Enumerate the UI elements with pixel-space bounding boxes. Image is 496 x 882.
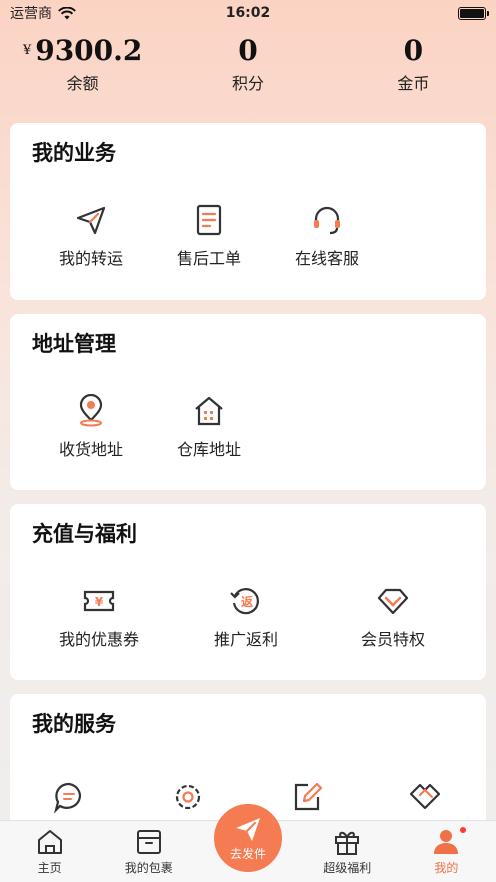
address-card: 地址管理 收货地址 仓库地址 — [10, 314, 486, 490]
welfare-title: 充值与福利 — [32, 522, 137, 546]
tab-home-label: 主页 — [37, 861, 62, 875]
user-icon — [434, 830, 459, 854]
tab-mine-label: 我的 — [434, 861, 459, 875]
status-time: 16:02 — [225, 5, 271, 21]
paper-plane-icon — [76, 206, 106, 235]
welfare-grid: ¥ 我的优惠券 返 推广返利 会员特权 — [32, 584, 464, 650]
tab-mine[interactable]: 我的 — [397, 821, 496, 882]
send-package-label: 去发件 — [229, 847, 266, 861]
online-service-button[interactable]: 在线客服 — [268, 203, 386, 269]
my-transfer-label: 我的转运 — [58, 249, 123, 268]
chat-bubble-icon[interactable] — [52, 780, 86, 814]
account-stats: ¥9300.2 余额 0 积分 0 金币 — [0, 30, 496, 102]
after-sales-button[interactable]: 售后工单 — [150, 203, 268, 269]
member-privilege-label: 会员特权 — [360, 630, 425, 649]
handshake-icon[interactable] — [408, 780, 442, 814]
send-plane-icon — [236, 818, 260, 841]
tab-home[interactable]: 主页 — [0, 821, 99, 882]
rebate-icon: 返 — [230, 588, 259, 615]
status-bar: 运营商 16:02 — [0, 0, 496, 26]
receiving-address-label: 收货地址 — [58, 440, 123, 459]
receiving-address-button[interactable]: 收货地址 — [32, 394, 150, 460]
battery-icon — [458, 6, 489, 20]
business-card: 我的业务 我的转运 售后工单 在线客服 — [10, 123, 486, 300]
currency-symbol: ¥ — [22, 43, 32, 58]
coins-label: 金币 — [397, 74, 430, 93]
services-title: 我的服务 — [32, 712, 116, 736]
address-title: 地址管理 — [32, 332, 116, 356]
balance-label: 余额 — [66, 74, 99, 93]
points-stat[interactable]: 0 积分 — [165, 30, 330, 102]
warehouse-address-label: 仓库地址 — [176, 440, 241, 459]
member-privilege-button[interactable]: 会员特权 — [326, 584, 460, 650]
welfare-card: 充值与福利 ¥ 我的优惠券 返 推广返利 会员特权 — [10, 504, 486, 680]
points-label: 积分 — [231, 74, 264, 93]
coins-value: 0 — [403, 34, 424, 67]
balance-stat[interactable]: ¥9300.2 余额 — [0, 30, 165, 102]
tab-my-packages-label: 我的包裹 — [124, 861, 173, 875]
tab-my-packages[interactable]: 我的包裹 — [99, 821, 198, 882]
online-service-label: 在线客服 — [294, 249, 359, 268]
coupon-icon: ¥ — [83, 590, 115, 612]
notification-dot — [460, 827, 467, 833]
package-icon — [136, 830, 161, 854]
my-coupons-label: 我的优惠券 — [58, 630, 139, 649]
edit-icon[interactable] — [290, 780, 324, 814]
business-grid: 我的转运 售后工单 在线客服 — [32, 203, 464, 269]
business-title: 我的业务 — [32, 141, 116, 165]
balance-value: ¥9300.2 — [22, 34, 143, 67]
tab-super-welfare[interactable]: 超级福利 — [298, 821, 397, 882]
promotion-rebate-button[interactable]: 返 推广返利 — [166, 584, 326, 650]
promotion-rebate-label: 推广返利 — [213, 630, 278, 649]
document-icon — [196, 204, 222, 236]
address-grid: 收货地址 仓库地址 — [32, 394, 464, 460]
home-icon — [37, 830, 62, 854]
warehouse-icon — [195, 396, 223, 426]
my-transfer-button[interactable]: 我的转运 — [32, 203, 150, 269]
coins-stat[interactable]: 0 金币 — [331, 30, 496, 102]
points-value: 0 — [238, 34, 258, 67]
warehouse-address-button[interactable]: 仓库地址 — [150, 394, 268, 460]
location-pin-icon — [79, 394, 103, 427]
after-sales-label: 售后工单 — [176, 249, 241, 268]
tab-super-welfare-label: 超级福利 — [323, 861, 372, 875]
gift-icon — [335, 831, 360, 855]
coupon-glyph: ¥ — [95, 595, 104, 609]
gear-icon[interactable] — [171, 780, 205, 814]
diamond-icon — [377, 588, 409, 615]
my-coupons-button[interactable]: ¥ 我的优惠券 — [32, 584, 166, 650]
headset-icon — [314, 206, 340, 235]
send-package-button[interactable]: 去发件 — [214, 804, 282, 872]
rebate-glyph: 返 — [241, 594, 253, 609]
